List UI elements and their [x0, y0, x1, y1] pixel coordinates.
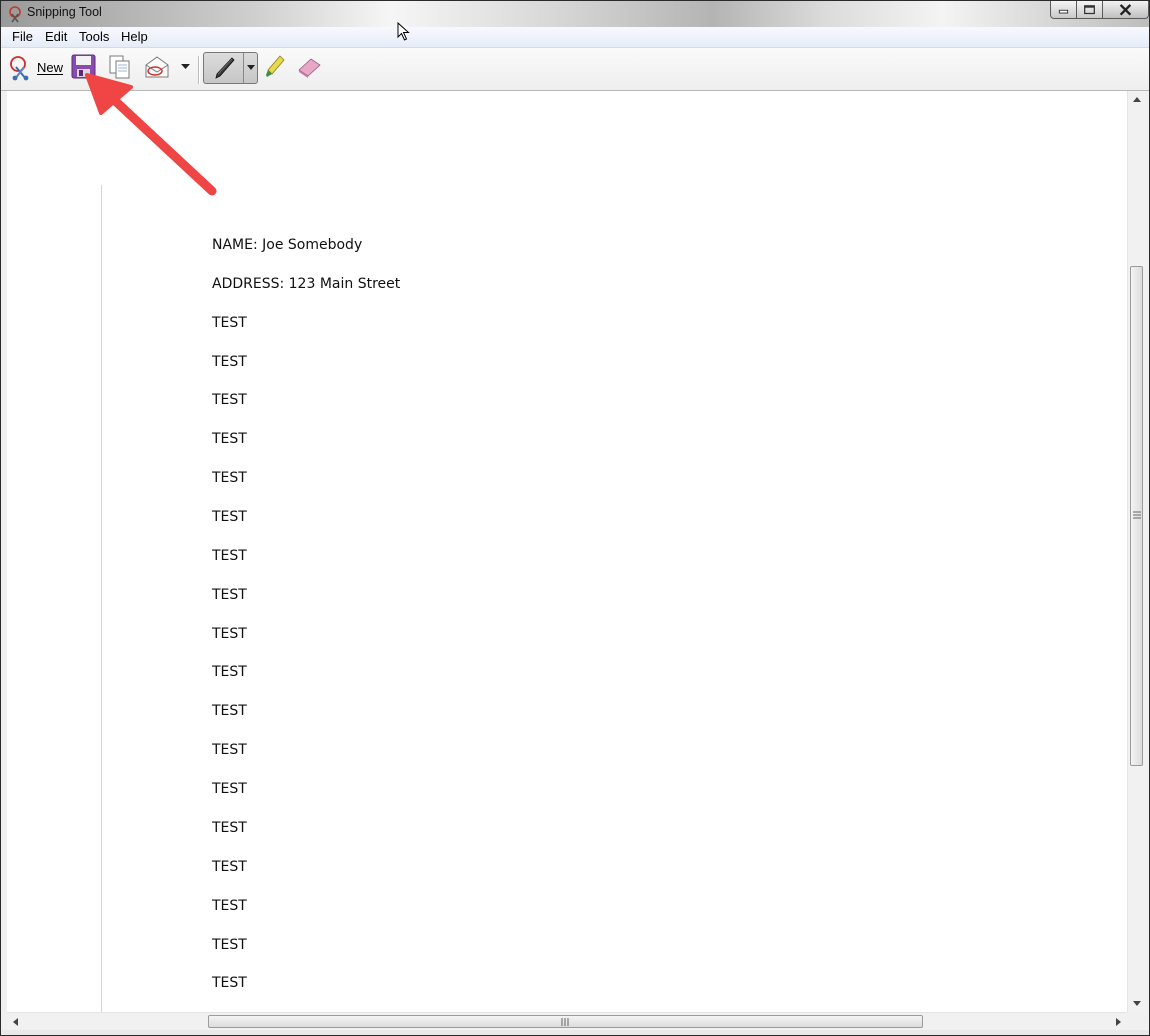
menu-tools[interactable]: Tools — [79, 29, 109, 44]
document-line-address: ADDRESS: 123 Main Street — [212, 276, 401, 292]
minimize-icon — [1058, 9, 1069, 14]
window-title: Snipping Tool — [27, 5, 102, 19]
document-line: TEST — [212, 587, 247, 603]
scrollbar-corner — [1127, 1012, 1145, 1030]
horizontal-scrollbar[interactable] — [7, 1012, 1127, 1031]
chevron-down-icon[interactable] — [247, 65, 255, 71]
highlighter-icon — [266, 55, 285, 77]
menu-help[interactable]: Help — [121, 29, 148, 44]
document-line: TEST — [212, 664, 247, 680]
toolbar-separator — [198, 56, 200, 84]
document-line: TEST — [212, 354, 247, 370]
menu-file[interactable]: File — [12, 29, 33, 44]
document-line: TEST — [212, 820, 247, 836]
minimize-button[interactable] — [1050, 1, 1077, 19]
document-line: TEST — [212, 431, 247, 447]
document-line: TEST — [212, 937, 247, 953]
close-button[interactable] — [1103, 1, 1149, 19]
highlighter-button[interactable] — [263, 54, 287, 82]
document-line: TEST — [212, 975, 247, 991]
scroll-left-icon[interactable] — [9, 1015, 23, 1029]
chevron-down-icon[interactable] — [181, 64, 190, 70]
menu-edit[interactable]: Edit — [45, 29, 67, 44]
scroll-right-icon[interactable] — [1111, 1015, 1125, 1029]
scroll-down-icon[interactable] — [1130, 996, 1144, 1010]
snipping-tool-window: Snipping Tool File Edit Tools Help New N… — [0, 0, 1150, 1036]
document-line-name: NAME: Joe Somebody — [212, 237, 363, 253]
eraser-icon — [298, 58, 321, 78]
toolbar: New — [1, 48, 1149, 91]
scroll-up-icon[interactable] — [1130, 93, 1144, 107]
document-line: TEST — [212, 509, 247, 525]
document-line: TEST — [212, 470, 247, 486]
save-button[interactable] — [71, 54, 97, 82]
send-snip-button[interactable] — [143, 54, 195, 82]
new-snip-button[interactable]: New — [5, 52, 65, 84]
vertical-scroll-thumb[interactable] — [1130, 266, 1143, 766]
document-line: TEST — [212, 859, 247, 875]
pen-split-divider — [243, 53, 244, 83]
window-bottom-border — [1, 1030, 1149, 1035]
new-label: New — [37, 60, 64, 75]
window-controls — [1050, 1, 1149, 21]
restore-icon — [1084, 5, 1095, 15]
pen-button[interactable] — [203, 52, 258, 84]
pen-icon — [215, 57, 235, 79]
envelope-icon — [145, 56, 169, 78]
document-line: TEST — [212, 548, 247, 564]
snip-canvas[interactable]: NAME: Joe Somebody ADDRESS: 123 Main Str… — [7, 91, 1127, 1012]
copy-button[interactable] — [107, 54, 133, 82]
title-bar[interactable]: Snipping Tool — [1, 1, 1149, 27]
document-line: TEST — [212, 392, 247, 408]
document-line: TEST — [212, 315, 247, 331]
horizontal-scroll-thumb[interactable] — [208, 1015, 923, 1028]
document-line: TEST — [212, 781, 247, 797]
page-margin-line — [101, 185, 102, 1012]
scissors-icon — [10, 56, 29, 81]
menu-bar: File Edit Tools Help — [1, 27, 1149, 48]
grip-icon — [561, 1018, 569, 1026]
copy-icon — [109, 55, 130, 79]
vertical-scrollbar[interactable] — [1127, 91, 1146, 1012]
snipping-tool-icon — [9, 6, 21, 23]
floppy-disk-icon — [71, 54, 96, 79]
document-line: TEST — [212, 898, 247, 914]
document-line: TEST — [212, 626, 247, 642]
document-line: TEST — [212, 703, 247, 719]
maximize-button[interactable] — [1077, 1, 1103, 19]
close-icon — [1119, 4, 1132, 16]
document-line: TEST — [212, 742, 247, 758]
eraser-button[interactable] — [295, 54, 323, 82]
grip-icon — [1133, 511, 1141, 519]
mouse-cursor-icon — [397, 22, 410, 41]
